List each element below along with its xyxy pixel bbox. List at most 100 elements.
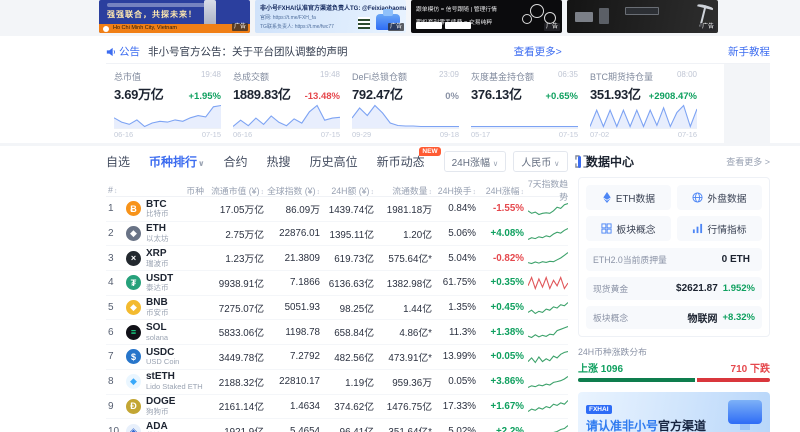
stat-card[interactable]: DeFi总锁仓额 23:09 792.47亿 0% 09-29 09-18 [346, 70, 465, 139]
stat-date-start: 09-29 [352, 130, 371, 139]
metric-label: ETH2.0当前质押量 [593, 253, 667, 266]
data-center-more-link[interactable]: 查看更多 > [726, 155, 770, 168]
ad-banner-trading[interactable]: 跟单模仿 = 信号跟随 | 管理行情 期权套利零手续费 = 交易纯粹 广告 [411, 0, 562, 33]
coin-cell[interactable]: ◆ BNB 币安币 [126, 298, 204, 316]
supply-cell: 4.86亿* [374, 325, 432, 339]
stat-date-end: 09-18 [440, 130, 459, 139]
coin-icon: × [126, 251, 141, 266]
metric-change: 1.952% [723, 283, 755, 294]
currency-filter-dropdown[interactable]: 人民币 ∨ [513, 151, 567, 172]
coin-cell[interactable]: ₮ USDT 泰达币 [126, 274, 204, 292]
stat-value: 376.13亿 [471, 84, 522, 103]
rank-cell: 8 [108, 376, 126, 387]
metric-row[interactable]: 板块概念 物联网 +8.32% [586, 306, 762, 329]
tab-hot-search[interactable]: 热搜 [267, 153, 291, 170]
chevron-down-icon: ∨ [493, 159, 499, 168]
stat-card[interactable]: 灰度基金持仓额 06:35 376.13亿 +0.65% 05-17 07-15 [465, 70, 584, 139]
table-row[interactable]: 9 Ð DOGE 狗狗币 2161.14亿 1.4634 374.62亿 147… [106, 395, 568, 420]
supply-cell: 575.64亿* [374, 251, 432, 265]
stat-date-start: 07-02 [590, 130, 609, 139]
distribution-label: 24H币种涨跌分布 [578, 345, 770, 358]
coin-cell[interactable]: × XRP 瑞波币 [126, 249, 204, 267]
down-bar [697, 378, 770, 382]
market-cap-cell: 9938.91亿 [204, 276, 264, 290]
coin-cell[interactable]: $ USDC USD Coin [126, 348, 204, 366]
eth-data-button[interactable]: ETH数据 [586, 185, 671, 210]
stat-change: 0% [445, 91, 459, 102]
ad-headline: 强强联合，共探未来！ [99, 7, 250, 20]
table-row[interactable]: 6 ≡ SOL solana 5833.06亿 1198.78 658.84亿 … [106, 320, 568, 345]
table-row[interactable]: 10 ◈ ADA 艾达币 1921.9亿 5.4654 96.41亿 351.6… [106, 419, 568, 432]
table-row[interactable]: 2 ◆ ETH 以太坊 2.75万亿 22876.01 1395.11亿 1.2… [106, 222, 568, 247]
table-row[interactable]: 3 × XRP 瑞波币 1.23万亿 21.3809 619.73亿 575.6… [106, 246, 568, 271]
table-row[interactable]: 1 Ƀ BTC 比特币 17.05万亿 86.09万 1439.74亿 1981… [106, 197, 568, 222]
change-24h-cell: -1.55% [476, 203, 524, 214]
market-indicator-button[interactable]: 行情指标 [677, 216, 762, 241]
turnover-cell: 11.3% [432, 327, 476, 338]
announcement-tag-label: 公告 [119, 44, 140, 59]
stat-time: 19:48 [201, 70, 221, 83]
stat-sparkline [352, 104, 459, 128]
stat-card[interactable]: 总成交额 19:48 1889.83亿 -13.48% 06-16 07-15 [227, 70, 346, 139]
column-header[interactable]: 24H涨幅↕ [476, 184, 524, 197]
coin-cell[interactable]: ◆ ETH 以太坊 [126, 224, 204, 242]
coin-icon: ◆ [126, 300, 141, 315]
trend-sparkline [528, 325, 568, 339]
table-row[interactable]: 7 $ USDC USD Coin 3449.78亿 7.2792 482.56… [106, 345, 568, 370]
change-filter-dropdown[interactable]: 24H涨幅 ∨ [444, 151, 507, 172]
table-row[interactable]: 8 ◆ stETH Lido Staked ETH 2188.32亿 22810… [106, 370, 568, 395]
coin-cell[interactable]: ◈ ADA 艾达币 [126, 422, 204, 432]
column-header[interactable]: 24H额 (¥)↕ [320, 184, 374, 197]
tab-contracts[interactable]: 合约 [224, 153, 248, 170]
coin-icon: ◆ [126, 226, 141, 241]
ad-banner-fxhai[interactable]: 非小号FXHAI认准官方渠道负责人TG: @Feixiaohaomak 官网: … [255, 0, 406, 33]
tab-watchlist[interactable]: 自选 [106, 153, 130, 170]
ad-banner-vietnam[interactable]: 强强联合，共探未来！ Ho Chi Minh City, Vietnam 广告 [99, 0, 250, 33]
volume-24h-cell: 1395.11亿 [320, 227, 374, 241]
column-header[interactable]: 流通数量↕ [374, 184, 432, 197]
table-header-row: #↕ 币种↕ 流通市值 (¥)↕ 全球指数 (¥)↕ 24H额 (¥)↕ 流通数… [106, 177, 568, 197]
top-ad-band: 强强联合，共探未来！ Ho Chi Minh City, Vietnam 广告 … [0, 0, 800, 36]
announcement-more-link[interactable]: 查看更多> [514, 44, 562, 59]
column-header[interactable]: 流通市值 (¥)↕ [204, 184, 264, 197]
stat-card[interactable]: BTC期货持仓量 08:00 351.93亿 +2908.47% 07-02 0… [584, 70, 703, 139]
coin-cell[interactable]: ◆ stETH Lido Staked ETH [126, 372, 204, 390]
rank-cell: 3 [108, 253, 126, 264]
coin-cell[interactable]: Ƀ BTC 比特币 [126, 200, 204, 218]
column-header[interactable]: #↕ [108, 185, 126, 195]
market-cap-cell: 2188.32亿 [204, 375, 264, 389]
supply-cell: 1981.18万 [374, 202, 432, 216]
foreign-market-button[interactable]: 外盘数据 [677, 185, 762, 210]
table-row[interactable]: 4 ₮ USDT 泰达币 9938.91亿 7.1866 6136.63亿 13… [106, 271, 568, 296]
ad-banner-mining[interactable]: 广告 [567, 0, 718, 33]
volume-24h-cell: 98.25亿 [320, 301, 374, 315]
tab-coin-ranking[interactable]: 币种排行∨ [149, 153, 205, 170]
official-channel-promo-banner[interactable]: FXHAI 请认准非小号官方渠道 非小号FXHAU认准官方微信负责人TG: @F… [578, 392, 770, 432]
distribution-bar [578, 378, 770, 382]
tab-new-coins[interactable]: 新币动态NEW [377, 153, 425, 170]
market-cap-cell: 2161.14亿 [204, 399, 264, 413]
column-header[interactable]: 币种↕ [126, 184, 204, 197]
column-header[interactable]: 7天指数趋势↕ [524, 177, 568, 203]
sort-icon[interactable]: ↕ [114, 188, 118, 195]
metric-row[interactable]: 现货黄金 $2621.87 1.952% [586, 277, 762, 300]
coin-cell[interactable]: ≡ SOL solana [126, 323, 204, 341]
stat-card[interactable]: 总市值 19:48 3.69万亿 +1.95% 06-16 07-15 [108, 70, 227, 139]
column-header[interactable]: 全球指数 (¥)↕ [264, 184, 320, 197]
beginner-tutorial-link[interactable]: 新手教程 [728, 44, 770, 59]
tab-historic-high[interactable]: 历史高位 [310, 153, 358, 170]
trend-sparkline [528, 399, 568, 413]
metric-row[interactable]: ETH2.0当前质押量 0 ETH [586, 248, 762, 271]
column-header[interactable]: 24H换手↕ [432, 184, 476, 197]
sector-concept-button[interactable]: 板块概念 [586, 216, 671, 241]
stat-change: -13.48% [305, 91, 340, 102]
turnover-cell: 5.06% [432, 228, 476, 239]
table-row[interactable]: 5 ◆ BNB 币安币 7275.07亿 5051.93 98.25亿 1.44… [106, 296, 568, 321]
coin-name: 比特币 [146, 210, 169, 218]
ad-label: 广告 [232, 23, 248, 31]
chevron-down-icon: ∨ [198, 159, 205, 168]
coin-cell[interactable]: Ð DOGE 狗狗币 [126, 397, 204, 415]
market-cap-cell: 7275.07亿 [204, 301, 264, 315]
announcement-text[interactable]: 非小号官方公告：关于平台团队调整的声明 [148, 44, 348, 59]
up-bar [578, 378, 695, 382]
